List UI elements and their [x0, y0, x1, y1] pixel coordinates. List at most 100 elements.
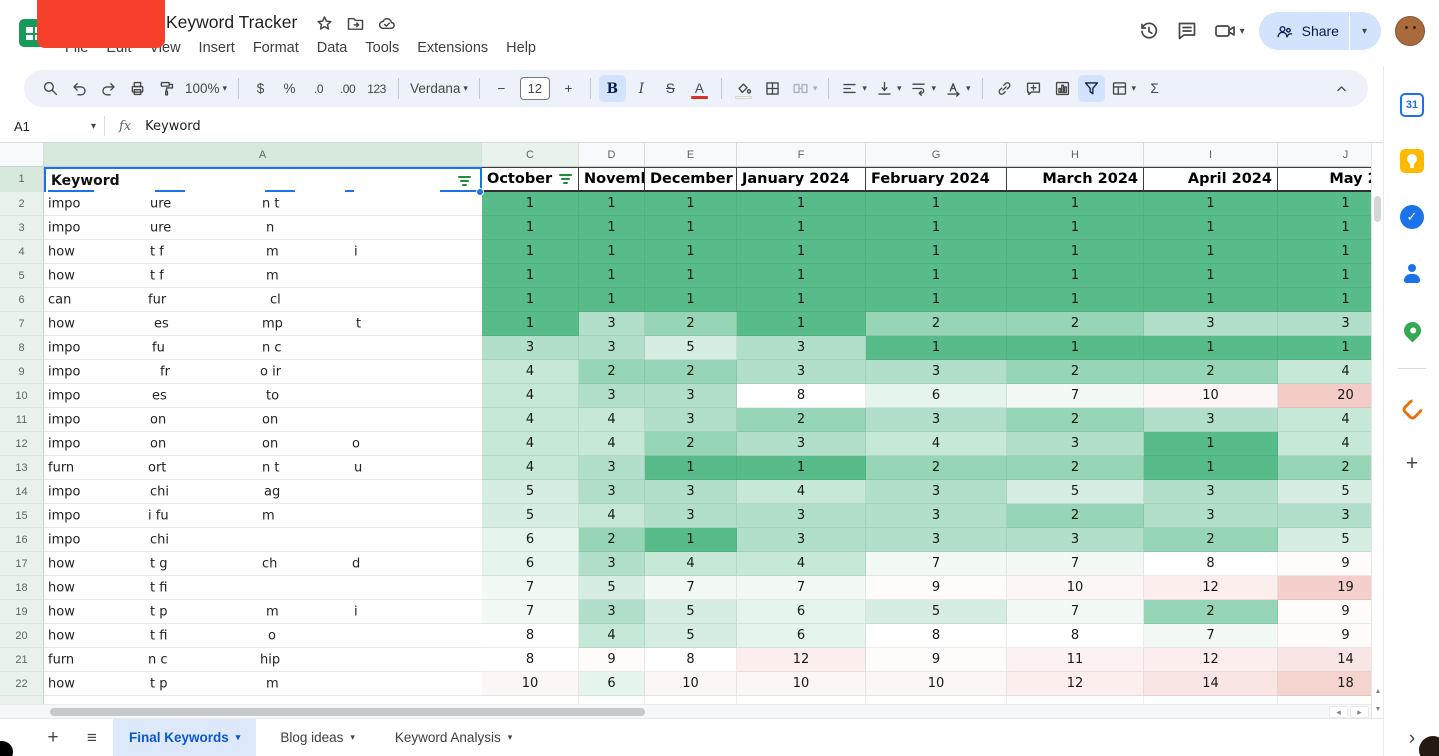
tab-final-keywords[interactable]: Final Keywords▾ [113, 719, 256, 756]
comments-icon[interactable] [1175, 19, 1199, 43]
value-cell[interactable]: 1 [1144, 264, 1278, 288]
sheet-tab-caret[interactable]: ▾ [236, 732, 241, 743]
value-cell[interactable]: 1 [645, 288, 737, 312]
value-cell[interactable]: 1 [579, 216, 645, 240]
value-cell[interactable]: 5 [645, 336, 737, 360]
row-header-4[interactable]: 4 [0, 240, 44, 264]
add-sheet-button[interactable]: + [40, 727, 66, 749]
value-cell[interactable]: 3 [1007, 432, 1144, 456]
calendar-panel-button[interactable]: 31 [1384, 88, 1439, 122]
value-cell[interactable]: 1 [482, 240, 579, 264]
format-currency-button[interactable]: $ [247, 75, 274, 102]
value-cell[interactable]: 3 [579, 552, 645, 576]
font-family-button[interactable]: Verdana▾ [407, 75, 471, 102]
value-cell[interactable]: 1 [1144, 240, 1278, 264]
row-header-12[interactable]: 12 [0, 432, 44, 456]
value-cell[interactable]: 2 [1007, 504, 1144, 528]
row-header-17[interactable]: 17 [0, 552, 44, 576]
column-header-e[interactable]: E [645, 143, 737, 167]
value-cell[interactable]: 7 [1007, 552, 1144, 576]
scroll-left-arrow[interactable]: ◂ [1329, 706, 1348, 718]
increase-font-size-button[interactable]: + [555, 75, 582, 102]
value-cell[interactable]: 1 [1007, 240, 1144, 264]
keyword-cell[interactable]: impouren [44, 216, 482, 240]
value-cell[interactable]: 2 [1007, 456, 1144, 480]
value-cell[interactable]: 12 [1007, 672, 1144, 696]
value-cell[interactable]: 6 [579, 672, 645, 696]
value-cell[interactable]: 2 [1144, 360, 1278, 384]
menu-tools[interactable]: Tools [356, 38, 408, 58]
value-cell[interactable]: 1 [737, 264, 866, 288]
keyword-cell[interactable]: canfurcl [44, 288, 482, 312]
value-cell[interactable]: 12 [1144, 648, 1278, 672]
filter-icon[interactable] [456, 176, 472, 186]
horizontal-scrollbar-thumb[interactable] [50, 708, 645, 716]
tab-keyword-analysis[interactable]: Keyword Analysis▾ [379, 719, 528, 756]
keep-panel-button[interactable] [1384, 144, 1439, 178]
functions-button[interactable]: Σ [1141, 75, 1168, 102]
insert-chart-button[interactable] [1049, 75, 1076, 102]
value-cell[interactable]: 1 [866, 192, 1007, 216]
value-cell[interactable]: 2 [1007, 360, 1144, 384]
keyword-cell[interactable]: impoonon [44, 408, 482, 432]
value-cell[interactable]: 4 [737, 480, 866, 504]
row-header-8[interactable]: 8 [0, 336, 44, 360]
value-cell[interactable]: 1 [645, 456, 737, 480]
value-cell[interactable]: 1 [1278, 192, 1371, 216]
value-cell[interactable]: 1 [645, 216, 737, 240]
month-header-1[interactable]: October [482, 167, 579, 192]
value-cell[interactable]: 2 [1144, 600, 1278, 624]
value-cell[interactable]: 9 [1278, 600, 1371, 624]
value-cell[interactable]: 3 [737, 360, 866, 384]
value-cell[interactable]: 2 [579, 528, 645, 552]
value-cell[interactable]: 5 [645, 624, 737, 648]
value-cell[interactable]: 7 [1144, 624, 1278, 648]
format-percent-button[interactable]: % [276, 75, 303, 102]
value-cell[interactable]: 3 [1278, 312, 1371, 336]
value-cell[interactable]: 4 [645, 552, 737, 576]
value-cell[interactable]: 1 [1007, 216, 1144, 240]
more-formats-button[interactable]: 123 [363, 75, 390, 102]
value-cell[interactable]: 2 [579, 360, 645, 384]
borders-button[interactable] [759, 75, 786, 102]
column-header-c[interactable]: C [482, 143, 579, 167]
value-cell[interactable]: 12 [1144, 576, 1278, 600]
menu-insert[interactable]: Insert [190, 38, 244, 58]
document-title[interactable]: Keyword Tracker [166, 12, 297, 33]
column-header-i[interactable]: I [1144, 143, 1278, 167]
contacts-panel-button[interactable] [1384, 256, 1439, 290]
strikethrough-button[interactable]: S [657, 75, 684, 102]
formula-content[interactable]: Keyword [145, 119, 201, 134]
value-cell[interactable]: 3 [866, 528, 1007, 552]
value-cell[interactable]: 1 [482, 288, 579, 312]
value-cell[interactable]: 6 [482, 552, 579, 576]
value-cell[interactable]: 3 [645, 408, 737, 432]
value-cell[interactable]: 1 [645, 240, 737, 264]
star-icon[interactable] [314, 13, 335, 34]
month-header-4[interactable]: January 2024 [737, 167, 866, 192]
value-cell[interactable]: 4 [482, 456, 579, 480]
vertical-scrollbar-thumb[interactable] [1374, 196, 1381, 222]
font-size-button[interactable]: 12 [517, 75, 553, 102]
print-button[interactable] [124, 75, 151, 102]
text-rotation-button[interactable]: ▾ [941, 75, 974, 102]
value-cell[interactable]: 2 [645, 432, 737, 456]
month-header-2[interactable]: November [579, 167, 645, 192]
keyword-cell[interactable]: impochi [44, 528, 482, 552]
value-cell[interactable]: 7 [866, 552, 1007, 576]
row-header-14[interactable]: 14 [0, 480, 44, 504]
value-cell[interactable]: 10 [645, 672, 737, 696]
row-header-11[interactable]: 11 [0, 408, 44, 432]
menu-data[interactable]: Data [308, 38, 357, 58]
value-cell[interactable]: 5 [482, 504, 579, 528]
value-cell[interactable]: 4 [1278, 408, 1371, 432]
value-cell[interactable]: 1 [1007, 192, 1144, 216]
row-header-10[interactable]: 10 [0, 384, 44, 408]
value-cell[interactable]: 9 [1278, 624, 1371, 648]
value-cell[interactable]: 1 [1144, 456, 1278, 480]
insert-link-button[interactable] [991, 75, 1018, 102]
row-header-18[interactable]: 18 [0, 576, 44, 600]
filter-icon[interactable] [558, 174, 573, 184]
spreadsheet-grid[interactable]: ACDEFGHIJ1KeywordOctoberNovemberDecember… [0, 143, 1371, 704]
value-cell[interactable]: 3 [1278, 504, 1371, 528]
